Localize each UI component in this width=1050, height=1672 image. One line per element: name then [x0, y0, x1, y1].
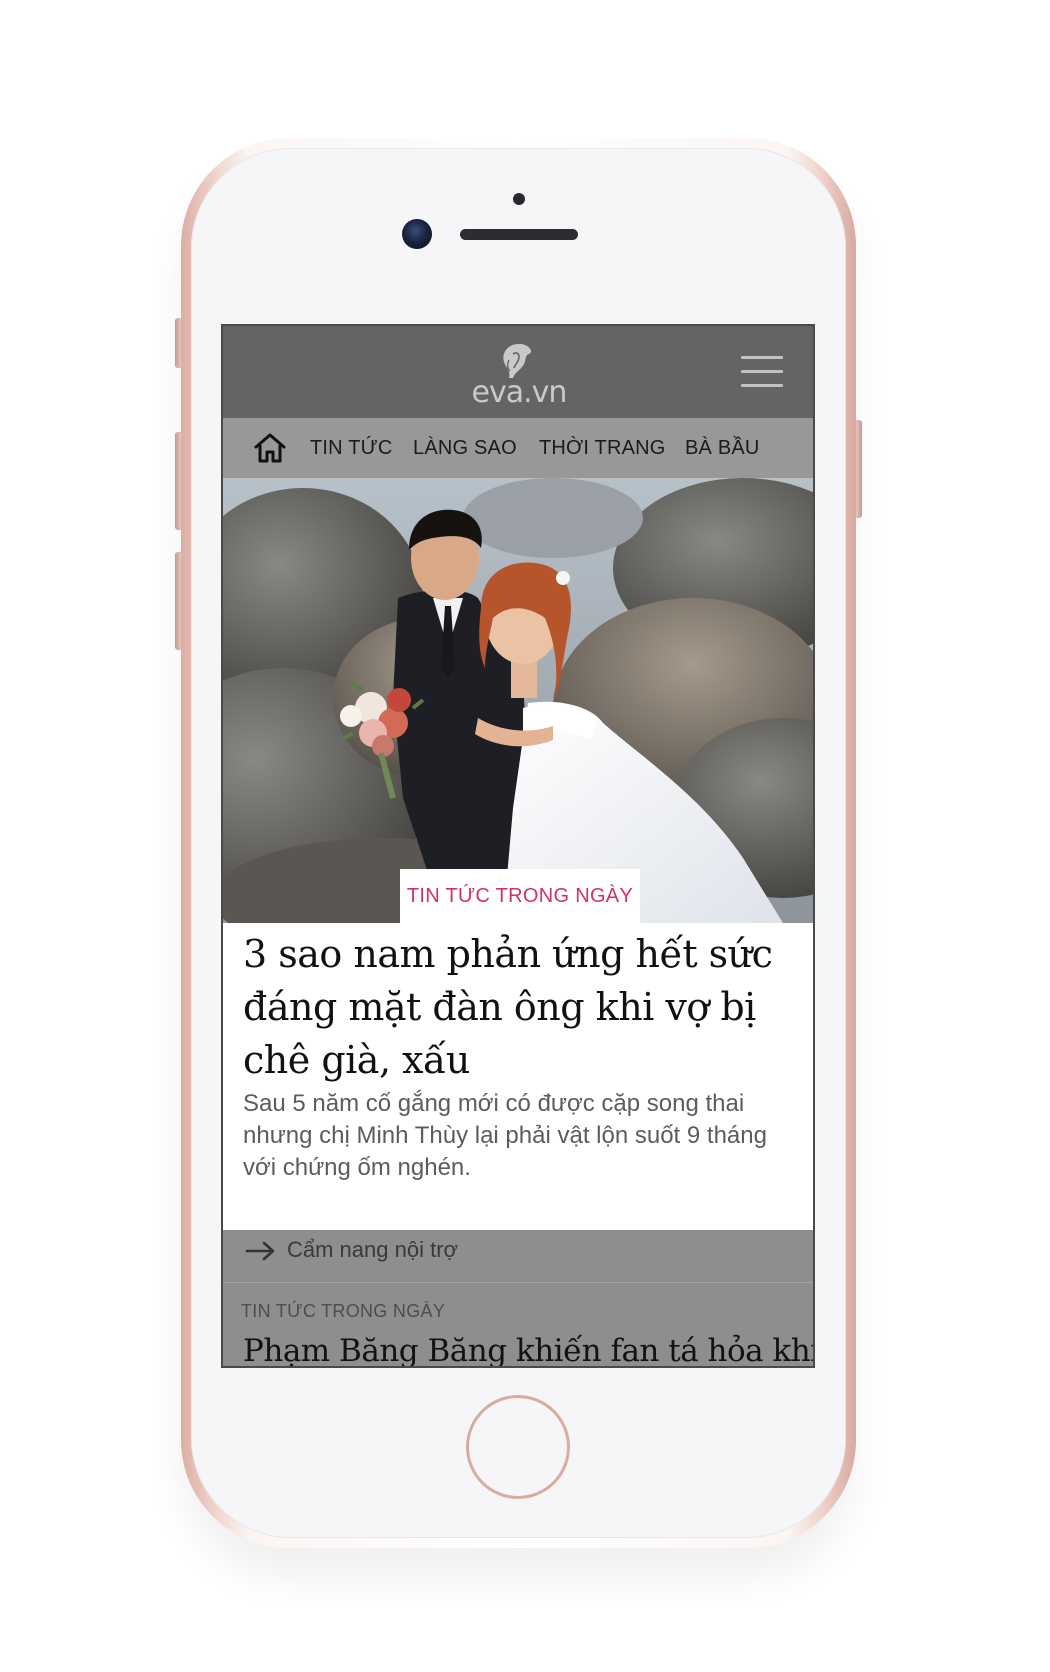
next-article-card[interactable]: TIN TỨC TRONG NGÀY Phạm Băng Băng khiến … [223, 1282, 813, 1366]
earpiece-speaker [460, 229, 578, 240]
next-article-category: TIN TỨC TRONG NGÀY [241, 1301, 446, 1321]
home-button[interactable] [466, 1395, 570, 1499]
article-headline[interactable]: 3 sao nam phản ứng hết sức đáng mặt đàn … [243, 928, 788, 1087]
nav-item-tin-tuc[interactable]: TIN TỨC [310, 418, 393, 478]
featured-article-image[interactable] [223, 478, 813, 923]
site-header: eva.vn [223, 326, 813, 418]
site-logo[interactable]: eva.vn [469, 340, 569, 408]
home-icon[interactable] [253, 432, 287, 464]
device-mockup: eva.vn TIN TỨC LÀNG SAO THỜI TRANG BÀ BẦ… [0, 0, 1050, 1672]
nav-item-lang-sao[interactable]: LÀNG SAO [413, 418, 517, 478]
category-nav: TIN TỨC LÀNG SAO THỜI TRANG BÀ BẦU [223, 418, 813, 478]
phone-screen: eva.vn TIN TỨC LÀNG SAO THỜI TRANG BÀ BẦ… [221, 324, 815, 1368]
front-camera [402, 219, 432, 249]
related-link[interactable]: Cẩm nang nội trợ [223, 1230, 813, 1282]
related-link-label: Cẩm nang nội trợ [287, 1237, 458, 1262]
article-category-tag[interactable]: TIN TỨC TRONG NGÀY [400, 869, 640, 923]
arrow-right-icon [245, 1240, 277, 1262]
nav-item-thoi-trang[interactable]: THỜI TRANG [539, 418, 666, 478]
nav-item-ba-bau[interactable]: BÀ BẦU [685, 418, 760, 478]
hamburger-menu-icon[interactable] [741, 354, 783, 390]
article-summary: Sau 5 năm cố gắng mới có được cặp song t… [243, 1090, 767, 1181]
next-article-headline[interactable]: Phạm Băng Băng khiến fan tá hỏa khi [243, 1333, 813, 1366]
power-button [856, 420, 862, 518]
proximity-sensor [513, 193, 525, 205]
logo-text: eva.vn [471, 375, 568, 410]
